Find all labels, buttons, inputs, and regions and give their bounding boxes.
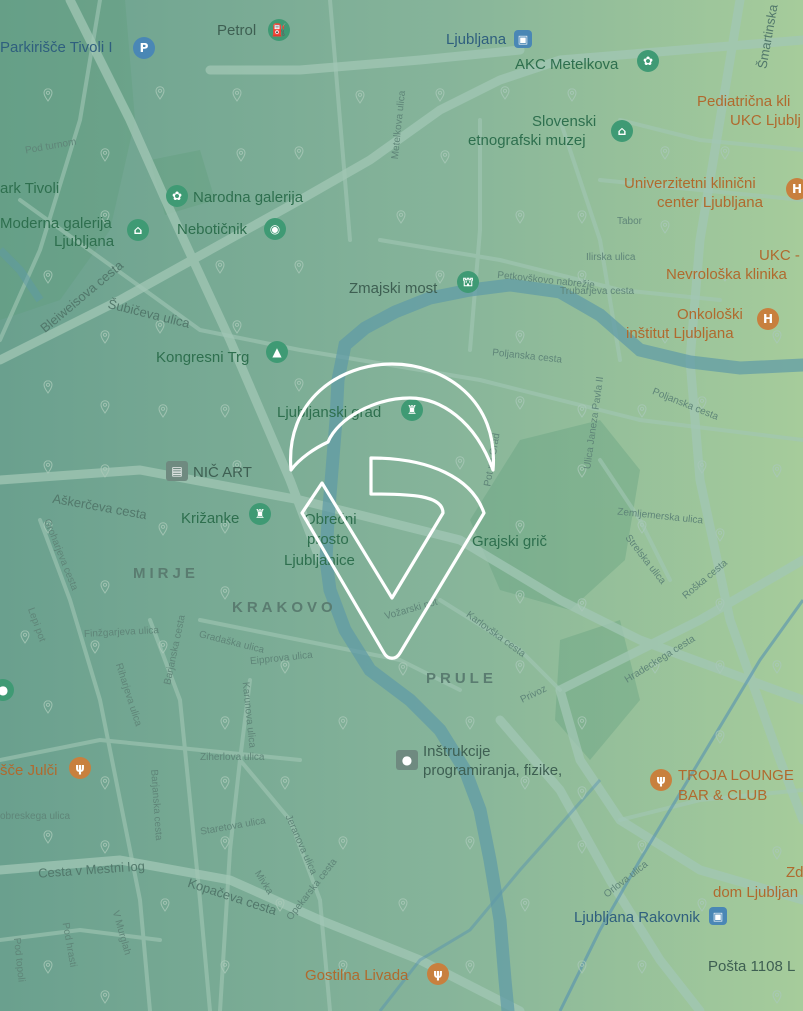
map-background[interactable]: P ⛽ ▣ ✿ ⌂ H ✿ ⌂ ◉ ⛫ H ▲ ♜ ▤ ♜ ● ● ψ ψ ▣ … — [0, 0, 803, 1011]
brand-logo — [289, 362, 495, 660]
